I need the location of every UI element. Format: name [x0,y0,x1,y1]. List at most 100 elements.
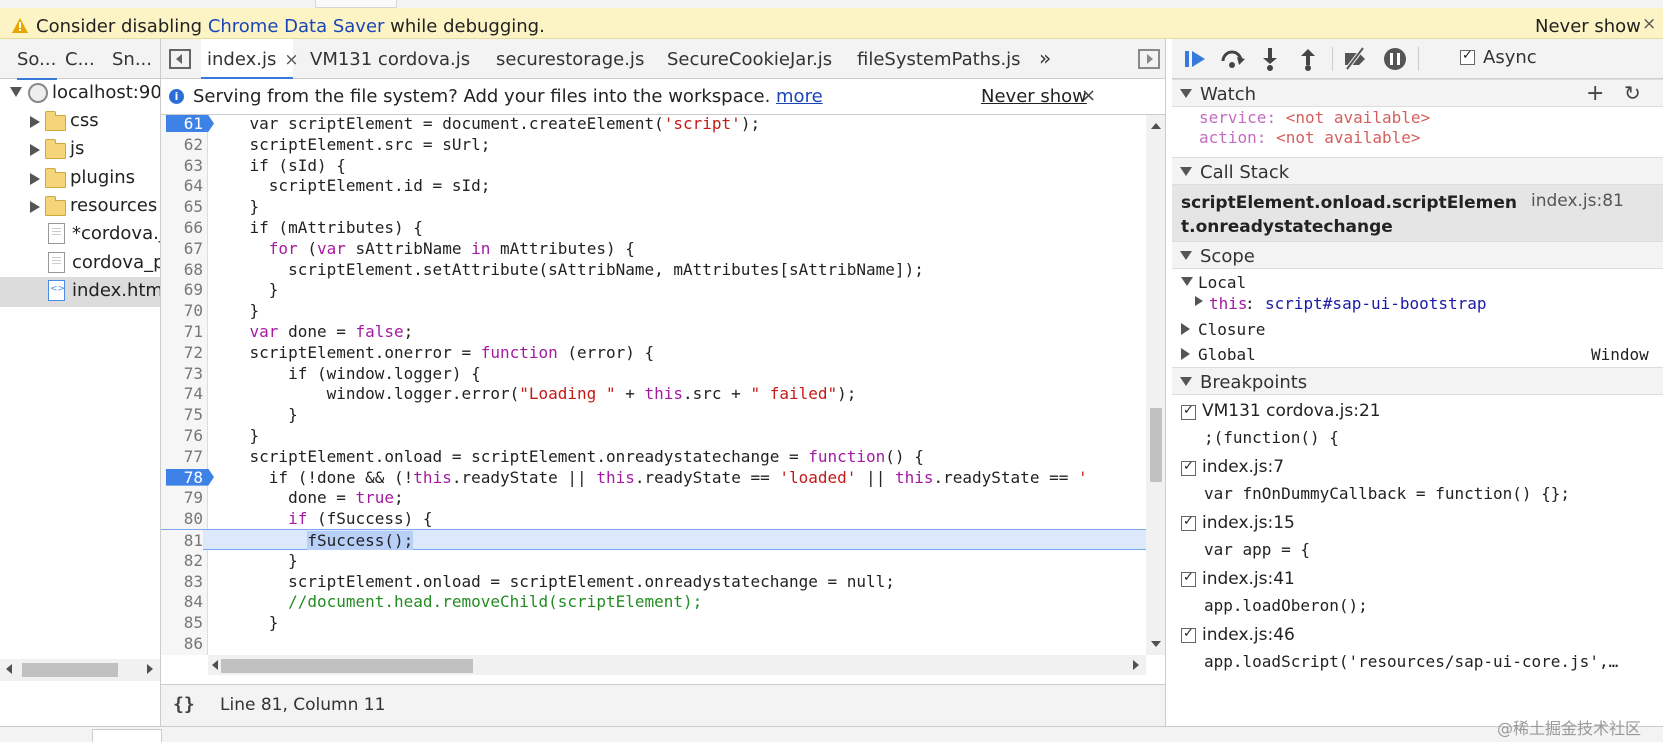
line-number[interactable]: 75 [161,404,203,425]
watch-item[interactable]: action: <not available> [1199,128,1421,147]
editor-vertical-scrollbar[interactable] [1146,115,1165,655]
expanded-arrow-icon[interactable] [1180,167,1192,176]
code-line[interactable]: 70 } [161,300,1146,321]
scrollbar-thumb[interactable] [1150,408,1162,482]
code-line[interactable]: 67 for (var sAttribName in mAttributes) … [161,238,1146,259]
chrome-data-saver-link[interactable]: Chrome Data Saver [208,16,385,37]
workspace-never-show[interactable]: Never show [981,86,1087,107]
scroll-left-arrow-icon[interactable] [212,660,218,670]
close-tab-icon[interactable]: × [284,50,298,70]
line-number[interactable]: 73 [161,363,203,384]
breakpoint-checkbox[interactable] [1181,626,1196,643]
resume-icon[interactable] [1183,47,1209,71]
tab-snippets[interactable]: Sn... [112,49,152,70]
code-line[interactable]: 86 [161,633,1146,654]
tree-item-resources[interactable]: resources [0,192,160,222]
line-number[interactable]: 62 [161,134,203,155]
collapsed-arrow-icon[interactable] [1181,323,1190,335]
tab-content-scripts[interactable]: C... [65,49,100,70]
line-number[interactable]: 67 [161,238,203,259]
tree-item-plugins[interactable]: plugins [0,164,160,194]
call-frame-selected[interactable]: scriptElement.onload.scriptElement.onrea… [1172,185,1663,241]
breakpoint-checkbox[interactable] [1181,514,1196,531]
code-line[interactable]: 64 scriptElement.id = sId; [161,175,1146,196]
code-line[interactable]: 77 scriptElement.onload = scriptElement.… [161,446,1146,467]
deactivate-breakpoints-icon[interactable] [1343,47,1369,71]
line-number[interactable]: 61 [161,115,203,134]
breakpoint-location[interactable]: index.js:46 [1202,625,1295,645]
tree-item-css[interactable]: css [0,107,160,137]
code-line[interactable]: 72 scriptElement.onerror = function (err… [161,342,1146,363]
line-number[interactable]: 64 [161,175,203,196]
line-number[interactable]: 71 [161,321,203,342]
code-line[interactable]: 66 if (mAttributes) { [161,217,1146,238]
tab-filesystempaths-js[interactable]: fileSystemPaths.js [857,49,1021,70]
line-number[interactable]: 85 [161,612,203,633]
step-over-icon[interactable] [1219,47,1245,71]
expanded-arrow-icon[interactable] [1181,277,1193,286]
code-line[interactable]: 83 scriptElement.onload = scriptElement.… [161,571,1146,592]
line-number[interactable]: 86 [161,633,203,654]
line-number[interactable]: 76 [161,425,203,446]
code-line[interactable]: 69 } [161,279,1146,300]
step-out-icon[interactable] [1295,47,1321,71]
code-line[interactable]: 74 window.logger.error("Loading " + this… [161,383,1146,404]
line-number[interactable]: 68 [161,259,203,280]
tab-vm131-cordova-js[interactable]: VM131 cordova.js [310,49,470,70]
breakpoint-location[interactable]: VM131 cordova.js:21 [1202,401,1381,421]
scroll-right-arrow-icon[interactable] [1133,660,1139,670]
watch-section-header[interactable]: Watch + ↻ [1172,79,1663,107]
line-number[interactable]: 78 [161,467,203,488]
scope-closure[interactable]: Closure [1178,319,1658,341]
line-number[interactable]: 70 [161,300,203,321]
scrollbar-thumb[interactable] [22,663,118,677]
top-tab[interactable] [315,0,397,8]
collapsed-arrow-icon[interactable] [1181,348,1190,360]
code-line[interactable]: 84 //document.head.removeChild(scriptEle… [161,591,1146,612]
breakpoint-location[interactable]: index.js:7 [1202,457,1284,477]
code-line[interactable]: 73 if (window.logger) { [161,363,1146,384]
infobar-never-show[interactable]: Never show [1535,16,1641,37]
line-number[interactable]: 82 [161,550,203,571]
code-line[interactable]: 63 if (sId) { [161,155,1146,176]
code-line[interactable]: 68 scriptElement.setAttribute(sAttribNam… [161,259,1146,280]
breakpoint-checkbox[interactable] [1181,403,1196,420]
call-stack-section-header[interactable]: Call Stack [1172,157,1663,185]
breakpoint-checkbox[interactable] [1181,570,1196,587]
code-line-current[interactable]: 81 fSuccess(); [161,529,1146,551]
scroll-right-arrow-icon[interactable] [147,664,153,674]
breakpoints-section-header[interactable]: Breakpoints [1172,367,1663,395]
line-number[interactable]: 79 [161,487,203,508]
expanded-arrow-icon[interactable] [1180,251,1192,260]
collapsed-arrow-icon[interactable] [30,201,40,213]
workspace-close-icon[interactable]: × [1081,85,1096,106]
watch-item[interactable]: service: <not available> [1199,108,1430,127]
collapsed-arrow-icon[interactable] [30,173,40,185]
code-line[interactable]: 65 } [161,196,1146,217]
code-line[interactable]: 82 } [161,550,1146,571]
collapsed-arrow-icon[interactable] [1195,296,1203,306]
line-number[interactable]: 74 [161,383,203,404]
tree-item-index-html[interactable]: index.html [0,277,160,307]
code-area[interactable]: 61 var scriptElement = document.createEl… [161,115,1146,655]
line-number[interactable]: 81 [161,530,203,551]
step-into-icon[interactable] [1257,47,1283,71]
code-line[interactable]: 71 var done = false; [161,321,1146,342]
line-number[interactable]: 84 [161,591,203,612]
code-line[interactable]: 85 } [161,612,1146,633]
code-line[interactable]: 80 if (fSuccess) { [161,508,1146,529]
scrollbar-thumb[interactable] [221,659,473,673]
editor-horizontal-scrollbar[interactable] [208,655,1146,675]
line-number[interactable]: 66 [161,217,203,238]
collapsed-arrow-icon[interactable] [30,144,40,156]
line-number[interactable]: 80 [161,508,203,529]
more-link[interactable]: more [776,86,823,107]
line-number[interactable]: 63 [161,155,203,176]
scroll-up-arrow-icon[interactable] [1151,123,1161,129]
tree-item-cordova-js[interactable]: *cordova.js [0,220,160,250]
code-line[interactable]: 75 } [161,404,1146,425]
expanded-arrow-icon[interactable] [1180,89,1192,98]
code-line[interactable]: 76 } [161,425,1146,446]
line-number[interactable]: 77 [161,446,203,467]
tree-item-origin[interactable]: localhost:904 [0,79,160,109]
